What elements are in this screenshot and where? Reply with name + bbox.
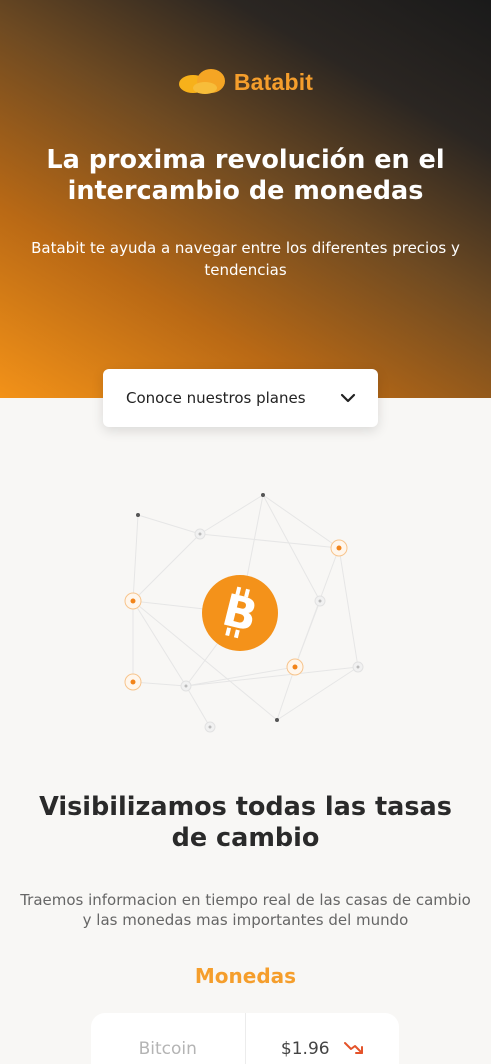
bitcoin-icon: B	[202, 575, 278, 651]
network-node-orange	[124, 592, 142, 610]
plans-button-label: Conoce nuestros planes	[126, 389, 306, 407]
network-node-orange	[124, 673, 142, 691]
network-node-orange	[286, 658, 304, 676]
network-node-gray	[352, 661, 364, 673]
coin-price: $1.96	[280, 1039, 330, 1059]
brand-logo[interactable]: Batabit	[0, 66, 491, 98]
chevron-down-icon	[340, 393, 356, 403]
network-node	[275, 718, 279, 722]
brand-name: Batabit	[233, 68, 314, 95]
network-node-gray	[204, 721, 216, 733]
coin-name-cell: Bitcoin	[91, 1013, 246, 1064]
coin-logo-icon	[178, 69, 225, 94]
hero-title: La proxima revolución en el intercambio …	[46, 145, 445, 206]
trend-down-icon	[343, 1042, 363, 1054]
plans-dropdown-button[interactable]: Conoce nuestros planes	[103, 369, 378, 427]
section-title: Visibilizamos todas las tasas de cambio	[39, 792, 452, 853]
network-node-gray	[314, 595, 326, 607]
network-node-orange	[330, 539, 348, 557]
section-subtitle: Traemos informacion en tiempo real de la…	[20, 891, 471, 929]
network-node-gray	[194, 528, 206, 540]
hero-subtitle: Batabit te ayuda a navegar entre los dif…	[31, 239, 460, 279]
monedas-heading: Monedas	[194, 964, 297, 988]
network-node	[136, 513, 140, 517]
hero-section: Batabit La proxima revolución en el inte…	[0, 0, 491, 398]
network-node	[261, 493, 265, 497]
coins-table: Bitcoin $1.96	[91, 1013, 399, 1064]
network-illustration: B	[124, 493, 364, 733]
coin-price-cell: $1.96	[246, 1013, 400, 1064]
network-node-gray	[180, 680, 192, 692]
